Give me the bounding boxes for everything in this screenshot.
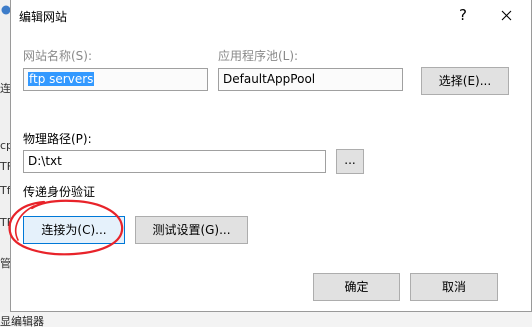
site-name-value: ftp servers bbox=[28, 72, 95, 86]
site-name-label: 网站名称(S): bbox=[23, 49, 93, 63]
close-icon bbox=[501, 10, 511, 21]
bg-fragment: Tf bbox=[0, 184, 11, 197]
background-bottom-strip: 显编辑器 bbox=[0, 312, 532, 327]
physical-path-input[interactable]: D:\txt bbox=[23, 150, 326, 173]
ok-button[interactable]: 确定 bbox=[313, 273, 400, 301]
dialog-title: 编辑网站 bbox=[19, 10, 68, 24]
app-pool-field: DefaultAppPool bbox=[218, 68, 403, 91]
select-app-pool-button[interactable]: 选择(E)... bbox=[421, 67, 509, 95]
title-bar: 编辑网站 ? bbox=[11, 0, 531, 30]
physical-path-value: D:\txt bbox=[28, 154, 62, 168]
cancel-button[interactable]: 取消 bbox=[410, 273, 498, 301]
browse-path-button[interactable]: ... bbox=[336, 149, 364, 174]
bg-bottom-text: 显编辑器 bbox=[0, 315, 44, 327]
pass-through-label: 传递身份验证 bbox=[23, 185, 96, 199]
app-pool-value: DefaultAppPool bbox=[223, 72, 316, 86]
site-name-field[interactable]: ftp servers bbox=[23, 68, 208, 91]
help-button[interactable]: ? bbox=[448, 4, 478, 26]
connect-as-button[interactable]: 连接为(C)... bbox=[23, 216, 125, 244]
close-button[interactable] bbox=[491, 4, 521, 26]
test-settings-button[interactable]: 测试设置(G)... bbox=[135, 216, 248, 244]
physical-path-label: 物理路径(P): bbox=[23, 132, 92, 146]
app-pool-label: 应用程序池(L): bbox=[218, 49, 299, 63]
edit-site-dialog: 编辑网站 ? 网站名称(S): ftp servers 应用程序池(L): De… bbox=[10, 0, 532, 312]
